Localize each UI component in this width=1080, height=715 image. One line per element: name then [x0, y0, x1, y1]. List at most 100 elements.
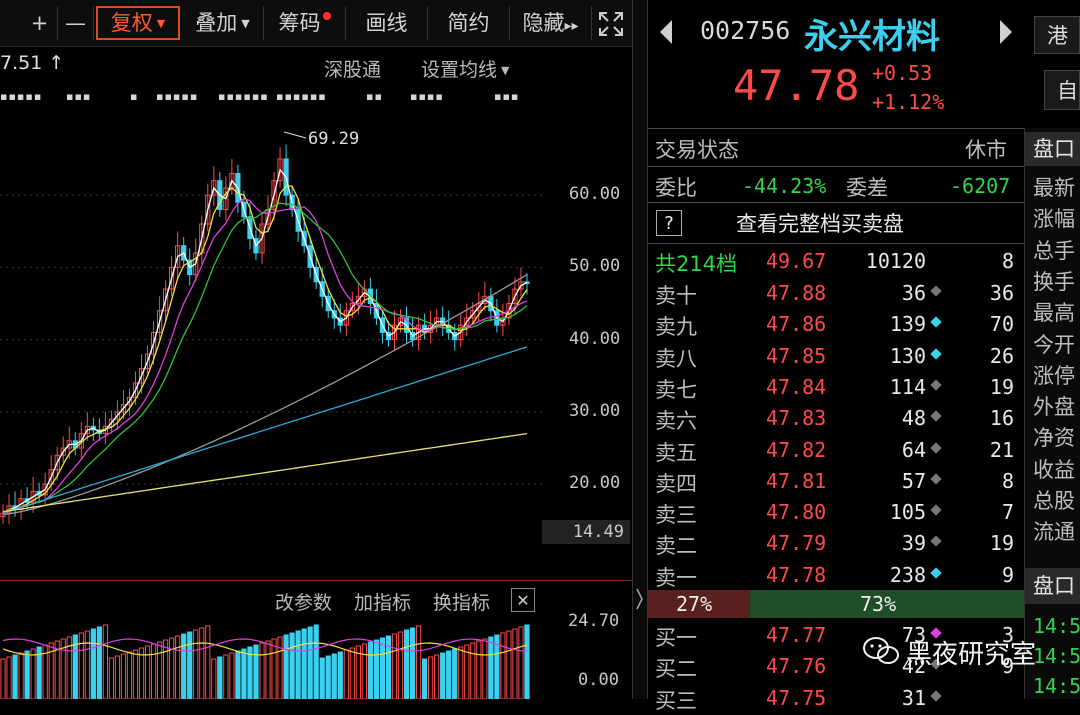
volume-bar[interactable] [150, 643, 157, 699]
volume-bar[interactable] [512, 628, 518, 699]
volume-bar[interactable] [169, 637, 175, 699]
volume-bar[interactable] [126, 651, 133, 699]
volume-bar[interactable] [301, 628, 307, 699]
order-book-row[interactable]: 卖一 47.78 238 9 [648, 560, 1024, 591]
volume-bar[interactable] [18, 652, 24, 699]
volume-bar[interactable] [500, 632, 506, 699]
volume-bar[interactable] [325, 655, 331, 699]
diejia-button[interactable]: 叠加 ▼ [182, 6, 264, 40]
event-mark[interactable]: ▪▪▪▪ [410, 90, 444, 103]
volume-bar[interactable] [367, 641, 374, 699]
volume-bar[interactable] [193, 629, 199, 699]
volume-bar[interactable] [6, 656, 12, 699]
volume-bar[interactable] [518, 626, 524, 699]
volume-bar[interactable] [391, 633, 398, 699]
volume-bar[interactable] [277, 636, 283, 699]
help-icon[interactable]: ? [656, 210, 682, 236]
zoom-out-button[interactable]: — [58, 6, 94, 40]
volume-bar[interactable] [90, 628, 96, 699]
volume-bar[interactable] [349, 647, 355, 699]
volume-bar[interactable] [211, 658, 217, 699]
volume-bar[interactable] [428, 656, 434, 699]
volume-bar[interactable] [458, 646, 464, 699]
jianyue-button[interactable]: 简约 [428, 6, 510, 40]
volume-bar[interactable] [163, 639, 169, 699]
volume-bar[interactable] [313, 624, 319, 699]
volume-bar[interactable] [259, 642, 265, 699]
volume-bar[interactable] [452, 648, 458, 699]
volume-bar[interactable] [138, 647, 145, 699]
volume-bar[interactable] [24, 650, 30, 699]
volume-bar[interactable] [361, 643, 367, 699]
volume-bar[interactable] [343, 649, 349, 699]
volume-bar[interactable] [470, 642, 476, 699]
collapse-handle[interactable] [636, 585, 643, 613]
volume-bar[interactable] [175, 635, 181, 699]
volume-bar[interactable] [403, 629, 410, 699]
volume-bar[interactable] [524, 624, 530, 699]
zoom-in-button[interactable]: + [22, 6, 58, 40]
event-mark[interactable]: ▪▪▪ [66, 90, 91, 103]
volume-bar[interactable] [235, 650, 241, 699]
volume-bar[interactable] [506, 630, 512, 699]
volume-bar[interactable] [397, 631, 404, 699]
chouma-button[interactable]: 筹码 [264, 6, 346, 40]
fuquan-button[interactable]: 复权 ▼ [96, 6, 180, 40]
event-mark[interactable]: ▪ [130, 90, 138, 103]
volume-bar[interactable] [102, 624, 109, 699]
order-book-row[interactable]: 卖四 47.81 57 8 [648, 466, 1024, 497]
volume-bar[interactable] [84, 630, 90, 699]
volume-bar[interactable] [132, 649, 139, 699]
order-book-row[interactable]: 卖二 47.79 39 19 [648, 528, 1024, 559]
volume-bar[interactable] [409, 627, 416, 699]
volume-bar[interactable] [434, 654, 440, 699]
volume-bar[interactable] [488, 636, 494, 699]
volume-bar[interactable] [265, 640, 271, 699]
volume-bar[interactable] [337, 651, 343, 699]
volume-bar[interactable] [283, 634, 289, 699]
ma-settings-button[interactable]: 设置均线 ▼ [421, 55, 509, 82]
volume-bar[interactable] [271, 638, 277, 699]
volume-bar[interactable] [120, 653, 127, 699]
huaxian-button[interactable]: 画线 [346, 6, 428, 40]
order-book-row[interactable]: 卖八 47.85 130 26 [648, 341, 1024, 372]
jiazhibiao-button[interactable]: 加指标 [354, 588, 411, 615]
event-mark[interactable]: ▪▪▪▪▪ [156, 90, 198, 103]
event-mark[interactable]: ▪▪▪ [494, 90, 519, 103]
volume-bar[interactable] [156, 641, 163, 699]
prev-stock-button[interactable] [658, 18, 674, 50]
event-mark[interactable]: ▪▪▪▪▪▪ [276, 90, 327, 103]
side-panel-header-2[interactable]: 盘口 [1025, 568, 1080, 604]
volume-bar[interactable] [205, 625, 211, 699]
yincang-button[interactable]: 隐藏▸▸ [510, 6, 592, 40]
fullscreen-button[interactable] [592, 6, 630, 40]
volume-chart[interactable] [0, 618, 545, 699]
order-book-summary-row[interactable]: 共214档 49.67 10120 8 [648, 246, 1024, 277]
volume-bar[interactable] [108, 657, 115, 699]
volume-bar[interactable] [476, 640, 482, 699]
order-book-row[interactable]: 卖十 47.88 36 36 [648, 278, 1024, 309]
volume-bar[interactable] [241, 648, 247, 699]
order-book-row[interactable]: 卖五 47.82 64 21 [648, 435, 1024, 466]
volume-bar[interactable] [217, 656, 223, 699]
volume-bar[interactable] [12, 654, 18, 699]
volume-bar[interactable] [289, 632, 295, 699]
volume-bar[interactable] [440, 652, 446, 699]
volume-bar[interactable] [319, 657, 325, 699]
next-stock-button[interactable] [998, 18, 1014, 50]
order-book-row[interactable]: 卖七 47.84 114 19 [648, 372, 1024, 403]
hk-button[interactable]: 港 [1034, 16, 1080, 54]
close-indicator-button[interactable]: ✕ [511, 588, 535, 612]
volume-bar[interactable] [181, 633, 187, 699]
order-book-row[interactable]: 买三 47.75 31 [648, 683, 1024, 714]
volume-bar[interactable] [199, 627, 205, 699]
order-book-row[interactable]: 卖三 47.80 105 7 [648, 497, 1024, 528]
gaicanshu-button[interactable]: 改参数 [275, 588, 332, 615]
volume-bar[interactable] [30, 648, 36, 699]
event-mark[interactable]: ▪▪▪▪▪ [0, 90, 42, 103]
event-mark[interactable]: ▪▪▪▪▪▪ [218, 90, 269, 103]
volume-bar[interactable] [96, 626, 102, 699]
volume-bar[interactable] [114, 655, 121, 699]
volume-bar[interactable] [253, 644, 259, 699]
volume-bar[interactable] [482, 638, 488, 699]
